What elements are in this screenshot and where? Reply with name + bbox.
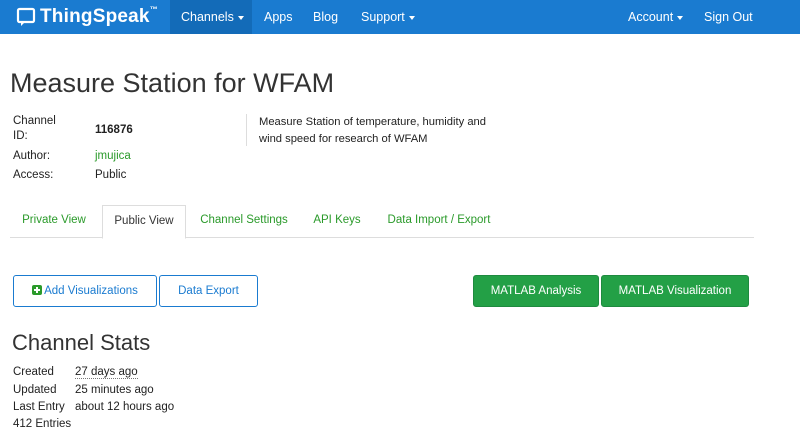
channel-id-label-line2: ID: — [13, 130, 28, 142]
chevron-down-icon — [408, 15, 415, 20]
tab-public-view[interactable]: Public View — [102, 205, 186, 239]
nav-blog-link[interactable]: Blog — [313, 0, 338, 34]
nav-blog-label: Blog — [313, 10, 339, 24]
tab-api-keys[interactable]: API Keys — [306, 205, 368, 238]
tab-data-import-export[interactable]: Data Import / Export — [378, 205, 500, 238]
trademark-symbol: ™ — [149, 5, 158, 14]
nav-apps-link[interactable]: Apps — [264, 0, 293, 34]
plus-square-icon — [32, 285, 43, 295]
created-value: 27 days ago — [75, 366, 138, 379]
data-export-button[interactable]: Data Export — [159, 275, 258, 307]
nav-channels-label: Channels — [181, 10, 234, 24]
nav-sign-out-link[interactable]: Sign Out — [704, 0, 753, 34]
channel-id-value: 116876 — [95, 124, 133, 136]
matlab-analysis-label: MATLAB Analysis — [490, 285, 582, 297]
thingspeak-logo[interactable]: ThingSpeak ™ — [16, 4, 158, 30]
add-visualizations-label: Add Visualizations — [44, 285, 138, 297]
nav-account-label: Account — [628, 10, 674, 24]
matlab-visualization-label: MATLAB Visualization — [618, 285, 732, 297]
chevron-down-icon — [237, 15, 244, 20]
entries-count: 412 Entries — [13, 418, 72, 430]
channel-stats-heading: Channel Stats — [12, 330, 151, 355]
chevron-down-icon — [677, 15, 684, 20]
channel-id-label: Channel ID: — [13, 114, 56, 144]
channel-description: Measure Station of temperature, humidity… — [259, 116, 486, 145]
info-divider — [246, 114, 247, 146]
access-value: Public — [95, 169, 127, 181]
top-navbar: ThingSpeak ™ Channels Apps Blog Support … — [0, 0, 800, 34]
data-export-label: Data Export — [178, 285, 239, 297]
tab-channel-settings[interactable]: Channel Settings — [190, 205, 298, 238]
page-title: Measure Station for WFAM — [10, 68, 335, 98]
access-label: Access: — [13, 169, 54, 181]
last-entry-value: about 12 hours ago — [75, 401, 175, 413]
nav-channels-menu[interactable]: Channels — [170, 0, 252, 34]
nav-sign-out-label: Sign Out — [704, 10, 753, 24]
updated-value: 25 minutes ago — [75, 384, 154, 396]
speech-bubble-icon — [16, 7, 36, 26]
add-visualizations-button[interactable]: Add Visualizations — [13, 275, 157, 307]
nav-apps-label: Apps — [264, 10, 293, 24]
last-entry-label: Last Entry — [13, 401, 65, 413]
author-link[interactable]: jmujica — [95, 150, 131, 162]
brand-name: ThingSpeak — [40, 6, 150, 27]
nav-account-menu[interactable]: Account — [628, 0, 684, 34]
created-label: Created — [13, 366, 54, 378]
tab-private-view[interactable]: Private View — [10, 205, 98, 238]
nav-support-menu[interactable]: Support — [361, 0, 415, 34]
matlab-analysis-button[interactable]: MATLAB Analysis — [473, 275, 599, 307]
updated-label: Updated — [13, 384, 57, 396]
author-label: Author: — [13, 150, 51, 162]
nav-support-label: Support — [361, 10, 405, 24]
channel-tabs: Private View Public View Channel Setting… — [10, 205, 754, 239]
channel-id-label-line1: Channel — [13, 115, 56, 127]
matlab-visualization-button[interactable]: MATLAB Visualization — [601, 275, 749, 307]
